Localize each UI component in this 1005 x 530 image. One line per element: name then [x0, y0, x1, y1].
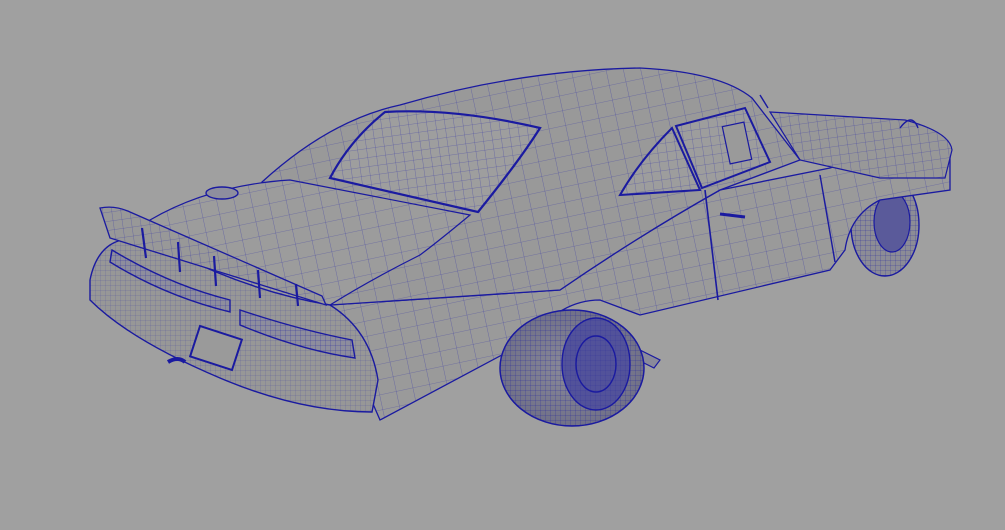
- 3d-viewport[interactable]: [0, 0, 1005, 530]
- exhaust-left: [166, 357, 187, 364]
- rear-left-wheel[interactable]: [499, 309, 645, 427]
- car-wireframe-model[interactable]: [0, 0, 1005, 530]
- fuel-cap: [205, 186, 239, 200]
